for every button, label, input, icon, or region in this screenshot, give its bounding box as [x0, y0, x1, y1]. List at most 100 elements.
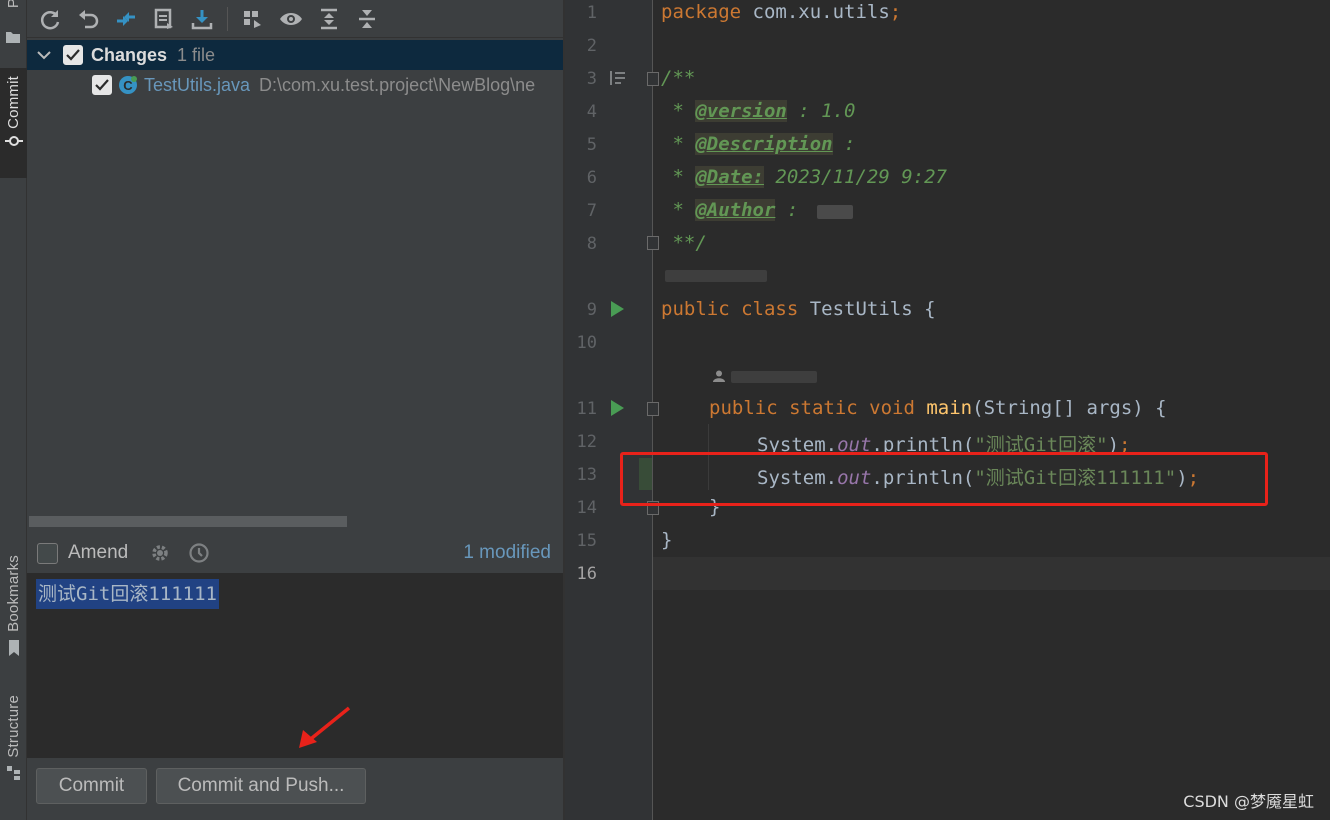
- line-number: 10: [576, 333, 597, 353]
- tool-window-strip: Project Commit Bookmarks Structure: [0, 0, 27, 820]
- public-keyword: public: [661, 298, 730, 320]
- checkmark-icon: [66, 49, 80, 61]
- fold-marker-icon[interactable]: [647, 236, 659, 250]
- tab-bookmarks-label: Bookmarks: [5, 555, 22, 632]
- rollback-icon: [79, 9, 99, 28]
- java-class-icon: C: [119, 76, 137, 94]
- tab-structure[interactable]: Structure: [0, 695, 27, 800]
- tab-project[interactable]: Project: [0, 0, 27, 48]
- commit-toolbar: [27, 0, 563, 38]
- redacted-author-inlay: [731, 371, 817, 383]
- author-tag: @Author: [695, 199, 776, 221]
- date-value: 2023/11/29 9:27: [763, 166, 947, 188]
- clock-icon[interactable]: [188, 542, 210, 564]
- class-declaration: TestUtils {: [798, 298, 936, 320]
- fold-marker-icon[interactable]: [647, 72, 659, 86]
- code-editor[interactable]: 1 2 3 4 5 6 7 8 9 10 11 12 13 14 15 16 p…: [565, 0, 1330, 820]
- modified-count[interactable]: 1 modified: [463, 542, 551, 564]
- line-number: 3: [586, 69, 597, 89]
- update-button[interactable]: [189, 6, 215, 32]
- line-number: 13: [576, 465, 597, 485]
- code-line-1[interactable]: package com.xu.utils;: [661, 1, 901, 23]
- version-value: : 1.0: [786, 100, 856, 122]
- redacted-author: [817, 205, 853, 219]
- group-by-icon: [244, 10, 261, 28]
- line-number: 4: [586, 102, 597, 122]
- amend-bar: Amend 1 modified: [27, 534, 563, 572]
- user-icon: [713, 370, 725, 382]
- changes-group-row[interactable]: Changes 1 file: [27, 40, 563, 70]
- code-line-5[interactable]: * @Description :: [661, 133, 856, 155]
- fold-marker-icon[interactable]: [647, 402, 659, 416]
- tab-commit-label: Commit: [5, 76, 22, 129]
- toolbar-separator: [227, 6, 228, 31]
- line-number: 11: [576, 399, 597, 419]
- code-line-8[interactable]: **/: [661, 232, 706, 254]
- file-path: D:\com.xu.test.project\NewBlog\ne: [259, 74, 536, 95]
- refresh-icon: [40, 9, 60, 29]
- changes-tree: Changes 1 file C TestUtils.java D:\com.x…: [27, 39, 563, 514]
- code-line-3[interactable]: /**: [661, 67, 695, 89]
- diff-button[interactable]: [113, 6, 139, 32]
- code-line-11[interactable]: public static void main(String[] args) {: [709, 397, 1167, 419]
- group-by-button[interactable]: [240, 6, 266, 32]
- run-class-icon[interactable]: [611, 301, 624, 317]
- code-line-4[interactable]: * @version : 1.0: [661, 100, 855, 122]
- expand-all-button[interactable]: [316, 6, 342, 32]
- rollback-button[interactable]: [75, 6, 101, 32]
- line-number: 5: [586, 135, 597, 155]
- refresh-button[interactable]: [37, 6, 63, 32]
- commit-button[interactable]: Commit: [36, 768, 147, 804]
- main-args: (String[] args) {: [972, 397, 1167, 419]
- changes-group-count: 1 file: [177, 44, 216, 65]
- code-line-7[interactable]: * @Author :: [661, 199, 798, 221]
- commit-and-push-button[interactable]: Commit and Push...: [156, 768, 366, 804]
- checkmark-icon: [95, 79, 109, 91]
- expand-all-icon: [321, 8, 337, 29]
- arrow-annotation: [299, 706, 351, 748]
- folder-icon: [6, 32, 20, 43]
- tab-commit[interactable]: Commit: [0, 68, 27, 178]
- changelist-button[interactable]: [151, 6, 177, 32]
- chevron-down-icon[interactable]: [37, 50, 51, 60]
- version-tag: @version: [695, 100, 787, 122]
- commit-panel: Changes 1 file C TestUtils.java D:\com.x…: [27, 0, 563, 820]
- code-line-6[interactable]: * @Date: 2023/11/29 9:27: [661, 166, 947, 188]
- current-line-highlight: [653, 557, 1330, 590]
- date-tag: @Date:: [695, 166, 764, 188]
- horizontal-scrollbar[interactable]: [29, 516, 347, 527]
- changes-checkbox[interactable]: [63, 45, 83, 65]
- run-main-icon[interactable]: [611, 400, 624, 416]
- file-checkbox[interactable]: [92, 75, 112, 95]
- update-icon: [191, 9, 213, 29]
- changelist-icon: [154, 8, 173, 29]
- preview-button[interactable]: [278, 6, 304, 32]
- preview-icon: [280, 12, 302, 25]
- line-number: 12: [576, 432, 597, 452]
- redacted-inlay: [665, 270, 767, 282]
- tab-bookmarks[interactable]: Bookmarks: [0, 555, 27, 675]
- file-row[interactable]: C TestUtils.java D:\com.xu.test.project\…: [27, 70, 563, 100]
- code-line-15[interactable]: }: [661, 529, 672, 551]
- package-keyword: package: [661, 1, 742, 23]
- line-number: 9: [586, 300, 597, 320]
- line-number: 7: [586, 201, 597, 221]
- doc-star: *: [661, 199, 696, 221]
- commit-message-text[interactable]: 测试Git回滚111111: [36, 579, 219, 609]
- static-void-keyword: static void: [777, 397, 915, 419]
- gear-icon[interactable]: [150, 543, 170, 563]
- tab-project-label: Project: [5, 0, 22, 8]
- line-number: 14: [576, 498, 597, 518]
- amend-label[interactable]: Amend: [68, 542, 128, 564]
- amend-checkbox[interactable]: [37, 542, 58, 564]
- structure-icon: [6, 765, 20, 780]
- code-line-9[interactable]: public class TestUtils {: [661, 298, 936, 320]
- watermark: CSDN @梦魇星虹: [1183, 792, 1314, 811]
- file-name: TestUtils.java: [144, 74, 251, 95]
- tab-structure-label: Structure: [5, 695, 22, 758]
- class-keyword: class: [729, 298, 799, 320]
- doc-star: *: [661, 166, 696, 188]
- collapse-all-button[interactable]: [354, 6, 380, 32]
- line-number: 16: [576, 564, 597, 584]
- doc-render-icon[interactable]: [609, 70, 627, 86]
